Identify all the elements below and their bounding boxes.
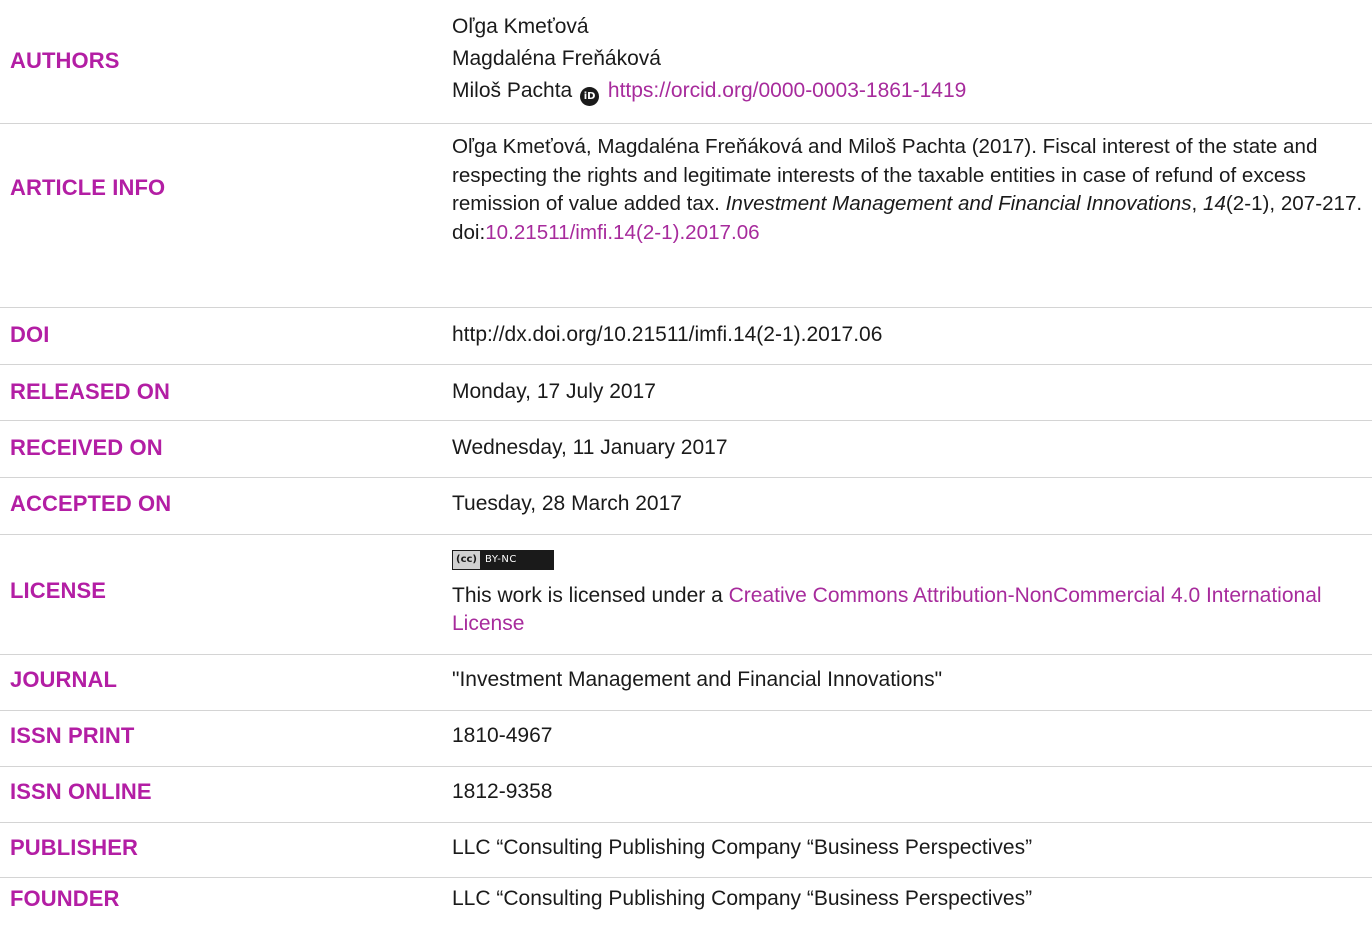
citation-doi-link[interactable]: 10.21511/imfi.14(2-1).2017.06: [485, 221, 759, 244]
citation-journal: Investment Management and Financial Inno…: [725, 192, 1192, 215]
received-on-label: RECEIVED ON: [10, 435, 163, 460]
row-released-on: RELEASED ON Monday, 17 July 2017: [0, 364, 1372, 421]
released-on-value: Monday, 17 July 2017: [452, 380, 656, 403]
row-founder: FOUNDER LLC “Consulting Publishing Compa…: [0, 877, 1372, 927]
authors-list: Oľga Kmeťová Magdaléna Freňáková Miloš P…: [452, 11, 1368, 107]
publisher-label: PUBLISHER: [10, 835, 139, 860]
issn-online-label: ISSN ONLINE: [10, 779, 152, 804]
founder-value: LLC “Consulting Publishing Company “Busi…: [452, 887, 1033, 910]
row-authors: AUTHORS Oľga Kmeťová Magdaléna Freňáková…: [0, 0, 1372, 124]
license-content: (cc) BY-NC This work is licensed under a…: [452, 542, 1368, 638]
journal-value: "Investment Management and Financial Inn…: [452, 668, 943, 691]
author-name: Miloš Pachta: [452, 79, 573, 102]
row-issn-print: ISSN PRINT 1810-4967: [0, 710, 1372, 767]
license-label: LICENSE: [10, 578, 107, 603]
author-name-with-orcid: Miloš Pachta iD https://orcid.org/0000-0…: [452, 75, 1368, 107]
citation-volume: 14: [1203, 192, 1226, 215]
issn-online-value: 1812-9358: [452, 780, 553, 803]
cc-badge-type: BY-NC: [485, 554, 517, 565]
received-on-value: Wednesday, 11 January 2017: [452, 436, 728, 459]
row-publisher: PUBLISHER LLC “Consulting Publishing Com…: [0, 822, 1372, 878]
license-text: This work is licensed under a Creative C…: [452, 582, 1368, 638]
article-citation: Oľga Kmeťová, Magdaléna Freňáková and Mi…: [452, 133, 1368, 247]
cc-license-badge[interactable]: (cc) BY-NC: [452, 550, 554, 570]
row-doi: DOI http://dx.doi.org/10.21511/imfi.14(2…: [0, 307, 1372, 365]
author-name: Oľga Kmeťová: [452, 15, 589, 38]
doi-value: http://dx.doi.org/10.21511/imfi.14(2-1).…: [452, 323, 883, 346]
issn-print-label: ISSN PRINT: [10, 723, 135, 748]
row-license: LICENSE (cc) BY-NC This work is licensed…: [0, 534, 1372, 655]
orcid-link[interactable]: https://orcid.org/0000-0003-1861-1419: [608, 79, 966, 102]
row-issn-online: ISSN ONLINE 1812-9358: [0, 766, 1372, 823]
authors-label: AUTHORS: [10, 48, 120, 73]
author-name: Magdaléna Freňáková: [452, 47, 661, 70]
row-article-info: ARTICLE INFO Oľga Kmeťová, Magdaléna Fre…: [0, 123, 1372, 308]
row-journal: JOURNAL "Investment Management and Finan…: [0, 654, 1372, 711]
accepted-on-label: ACCEPTED ON: [10, 491, 172, 516]
publisher-value: LLC “Consulting Publishing Company “Busi…: [452, 836, 1033, 859]
article-info-label: ARTICLE INFO: [10, 175, 166, 200]
doi-label: DOI: [10, 322, 50, 347]
row-received-on: RECEIVED ON Wednesday, 11 January 2017: [0, 420, 1372, 478]
founder-label: FOUNDER: [10, 886, 120, 911]
journal-label: JOURNAL: [10, 667, 118, 692]
accepted-on-value: Tuesday, 28 March 2017: [452, 492, 682, 515]
released-on-label: RELEASED ON: [10, 379, 171, 404]
citation-issue-pages: (2-1), 207-217.: [1225, 192, 1363, 215]
orcid-icon[interactable]: iD: [580, 87, 600, 106]
cc-icon: (cc): [453, 551, 480, 569]
citation-sep: ,: [1191, 192, 1203, 215]
issn-print-value: 1810-4967: [452, 724, 553, 747]
row-accepted-on: ACCEPTED ON Tuesday, 28 March 2017: [0, 477, 1372, 535]
license-text-prefix: This work is licensed under a: [452, 584, 729, 607]
doi-prefix: doi:: [452, 220, 486, 244]
